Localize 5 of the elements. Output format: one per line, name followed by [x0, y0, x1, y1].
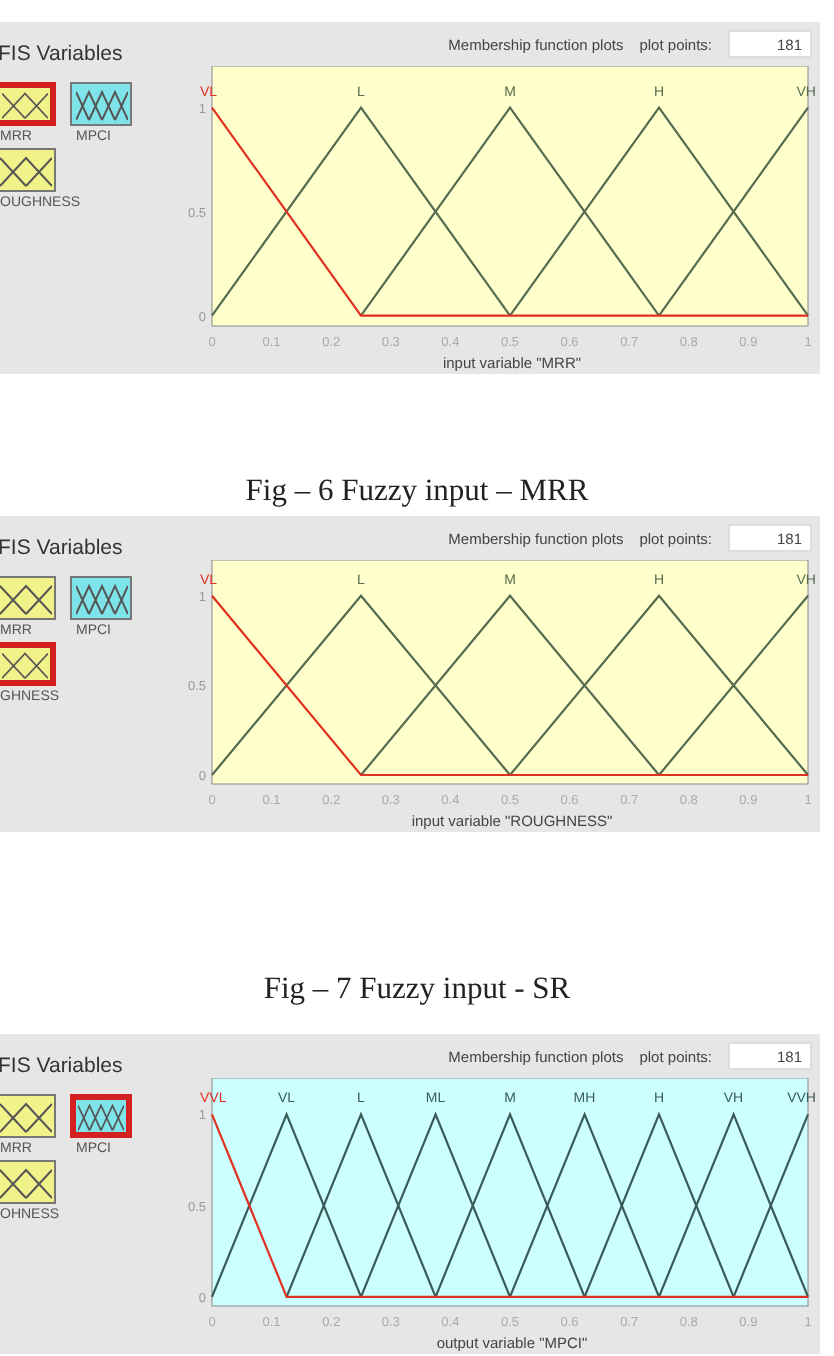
panel-title: FIS Variables — [0, 42, 125, 66]
figure-caption: Fig – 7 Fuzzy input - SR — [263, 972, 571, 1006]
figure-caption: Fig – 6 Fuzzy input – MRR — [245, 474, 589, 508]
panel-title: FIS Variables — [0, 1054, 125, 1078]
panel-title: FIS Variables — [0, 536, 125, 560]
